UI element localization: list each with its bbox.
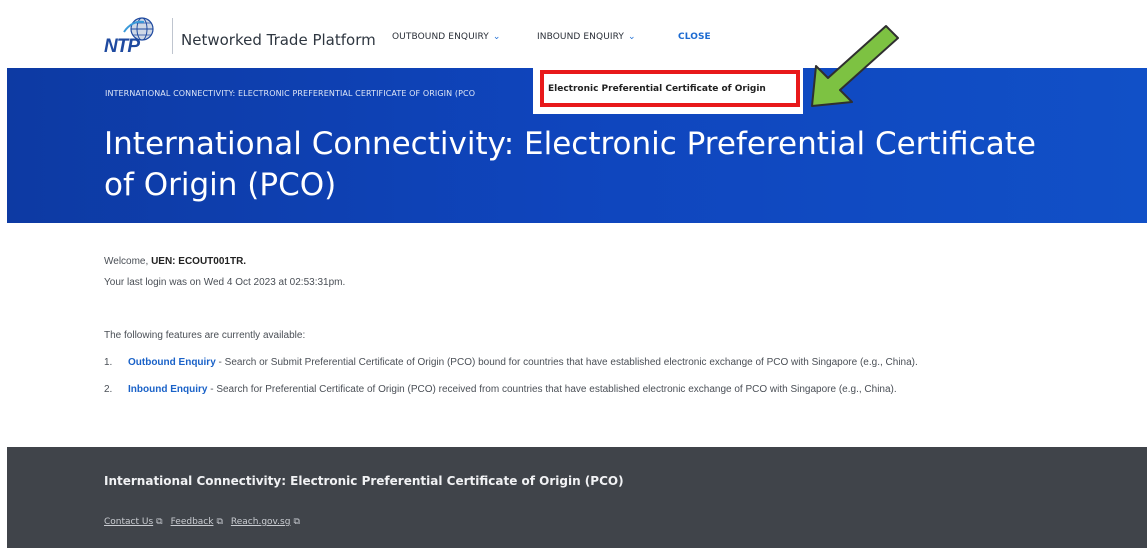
reach-gov-label: Reach.gov.sg (230, 517, 291, 527)
outbound-enquiry-link[interactable]: Outbound Enquiry (128, 357, 216, 368)
feedback-link[interactable]: Feedback ⧉ (171, 511, 223, 529)
nav-outbound-label: OUTBOUND ENQUIRY (392, 32, 489, 42)
logo-ntp-text: NTP (104, 36, 140, 57)
feature-description: - Search or Submit Preferential Certific… (215, 357, 918, 368)
nav-close-button[interactable]: CLOSE (678, 32, 711, 42)
list-item: 2. Inbound Enquiry - Search for Preferent… (104, 384, 897, 395)
nav-inbound-enquiry[interactable]: INBOUND ENQUIRY ⌄ (537, 32, 636, 42)
list-number: 1. (104, 357, 113, 368)
logo-divider (172, 18, 173, 54)
external-link-icon: ⧉ (216, 516, 223, 526)
contact-us-label: Contact Us (104, 517, 154, 527)
footer-title: International Connectivity: Electronic P… (104, 474, 624, 488)
external-link-icon: ⧉ (293, 516, 300, 526)
page-title: International Connectivity: Electronic P… (104, 126, 1036, 203)
footer-links: Contact Us ⧉ Feedback ⧉ Reach.gov.sg ⧉ (104, 511, 300, 529)
feedback-label: Feedback (170, 517, 214, 527)
breadcrumb[interactable]: INTERNATIONAL CONNECTIVITY: ELECTRONIC P… (105, 89, 475, 98)
logo-mark: NTP (104, 16, 160, 57)
reach-gov-link[interactable]: Reach.gov.sg ⧉ (231, 511, 300, 529)
feature-description: - Search for Preferential Certificate of… (207, 384, 897, 395)
welcome-uen: UEN: ECOUT001TR. (151, 256, 247, 267)
highlight-annotation (540, 70, 800, 107)
nav-inbound-label: INBOUND ENQUIRY (537, 32, 625, 42)
nav-outbound-enquiry[interactable]: OUTBOUND ENQUIRY ⌄ (392, 32, 501, 42)
welcome-prefix: Welcome, (104, 256, 152, 267)
arrow-annotation-icon (811, 25, 899, 107)
chevron-down-icon: ⌄ (628, 32, 636, 42)
site-header: NTP Networked Trade Platform OUTBOUND EN… (0, 0, 1147, 68)
site-footer: International Connectivity: Electronic P… (7, 447, 1147, 548)
ntp-logo[interactable]: NTP Networked Trade Platform (104, 16, 376, 57)
chevron-down-icon: ⌄ (492, 32, 501, 42)
contact-us-link[interactable]: Contact Us ⧉ (104, 511, 163, 529)
welcome-text: Welcome, UEN: ECOUT001TR. (104, 256, 246, 267)
features-intro: The following features are currently ava… (104, 330, 306, 341)
inbound-enquiry-link[interactable]: Inbound Enquiry (128, 384, 207, 395)
last-login-text: Your last login was on Wed 4 Oct 2023 at… (104, 277, 346, 288)
list-item: 1. Outbound Enquiry - Search or Submit Pr… (104, 357, 918, 368)
logo-title: Networked Trade Platform (181, 31, 376, 49)
external-link-icon: ⧉ (156, 516, 163, 526)
list-number: 2. (104, 384, 113, 395)
